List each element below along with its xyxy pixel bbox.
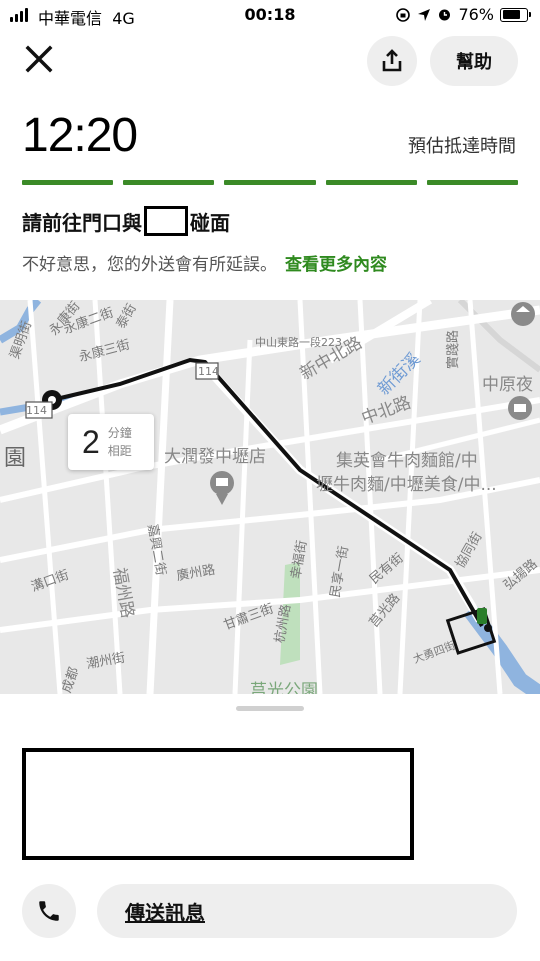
status-right: 76% (395, 5, 531, 24)
distance-unit: 分鐘 相距 (107, 426, 132, 458)
battery-percent: 76% (458, 5, 494, 24)
close-icon (25, 45, 53, 73)
eta-time: 12:20 (22, 109, 138, 162)
progress-segment (426, 180, 519, 185)
phone-icon (39, 901, 59, 921)
close-button[interactable] (20, 40, 60, 80)
area-label: 園 (4, 446, 27, 471)
drag-handle[interactable] (236, 706, 304, 711)
route-shield-label: 114 (198, 365, 219, 378)
help-button[interactable]: 幫助 (430, 36, 518, 86)
meet-suffix: 碰面 (190, 210, 230, 235)
landmark-pin-icon (511, 302, 535, 326)
progress-segment (123, 180, 215, 185)
meet-prefix: 請前往門口與 (22, 210, 142, 235)
restaurant-pin-icon (508, 396, 532, 420)
battery-icon (500, 7, 531, 22)
delay-text: 不好意思，您的外送會有所延誤。 (22, 255, 277, 275)
send-message-button[interactable]: 傳送訊息 (97, 884, 517, 938)
progress-segment (224, 180, 316, 185)
send-message-label: 傳送訊息 (125, 900, 205, 925)
redacted-courier-info (22, 748, 414, 860)
location-arrow-icon (418, 8, 431, 21)
place-label: 壢牛肉麵/中壢美食/中... (316, 475, 497, 495)
progress-segment (22, 180, 114, 185)
place-label: 中原夜 (482, 375, 533, 395)
courier-icon (477, 608, 487, 624)
redacted-name (144, 206, 188, 236)
delay-notice: 不好意思，您的外送會有所延誤。 查看更多內容 (22, 250, 387, 275)
map-view[interactable]: 114 114 園 中山東路一段223 新中北路 中北路 新街溪 實踐路 中原夜… (0, 300, 540, 694)
progress-segment (325, 180, 417, 185)
road-label: 實踐路 (446, 329, 462, 370)
alarm-icon (439, 9, 451, 21)
place-label: 集英會牛肉麵館/中 (336, 451, 478, 471)
route-shield-label: 114 (26, 404, 47, 417)
share-icon (382, 49, 402, 72)
store-pin-icon (210, 471, 234, 505)
eta-label: 預估抵達時間 (408, 136, 516, 157)
orientation-lock-icon (396, 7, 411, 22)
status-bar: 中華電信 4G 00:18 76% (0, 0, 540, 32)
meet-instruction: 請前往門口與 碰面 (22, 206, 230, 236)
place-label: 大潤發中壢店 (164, 447, 266, 467)
distance-card: 2 分鐘 相距 (68, 414, 154, 470)
call-button[interactable] (22, 884, 76, 938)
see-more-link[interactable]: 查看更多內容 (285, 255, 387, 275)
bottom-sheet: 傳送訊息 (0, 694, 540, 961)
place-label: 莒光公園 (250, 681, 318, 694)
delivery-progress-bar (22, 180, 519, 185)
share-button[interactable] (367, 36, 417, 86)
distance-value: 2 (82, 423, 100, 460)
